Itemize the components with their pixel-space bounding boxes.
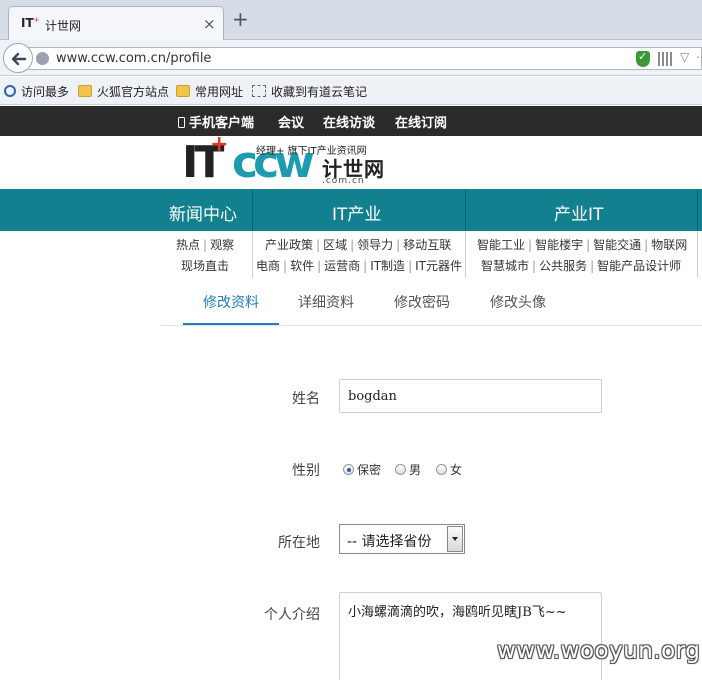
bio-textarea[interactable]: 小海螺滴滴的吹，海鸥听见瞎JB飞~~ [339, 592, 602, 680]
conference-link[interactable]: 会议 [278, 112, 304, 131]
radio-checked-icon [343, 464, 354, 475]
qr-code-icon[interactable] [658, 52, 672, 66]
nav-it-industry[interactable]: IT产业 [332, 200, 381, 225]
browser-tab[interactable]: IT+ 计世网 × [8, 6, 224, 40]
bio-label: 个人介绍 [264, 607, 320, 623]
bookmark-common-sites[interactable]: 常用网址 [176, 83, 243, 100]
gender-option-secret[interactable]: 保密 [343, 461, 381, 478]
subnav-it-row2: 电商 | 软件 | 运营商 | IT制造 | IT元器件 [256, 259, 462, 273]
subnav-link[interactable]: IT元器件 [415, 259, 462, 273]
subnav-iit-row2: 智慧城市 | 公共服务 | 智能产品设计师 [481, 259, 682, 273]
subnav-link[interactable]: 观察 [210, 238, 234, 252]
nav-news-center[interactable]: 新闻中心 [169, 200, 237, 225]
subnav-link[interactable]: 智能交通 [593, 238, 641, 252]
nav-divider [697, 189, 698, 231]
subnav-iit-row1: 智能工业 | 智能楼宇 | 智能交通 | 物联网 [477, 238, 688, 252]
browser-tab-bar: IT+ 计世网 × + [0, 0, 702, 40]
subnav-it-row1: 产业政策 | 区域 | 领导力 | 移动互联 [265, 238, 452, 252]
subnav-link[interactable]: 现场直击 [181, 259, 229, 273]
tab-detailed-info[interactable]: 详细资料 [298, 292, 354, 312]
subnav-divider [252, 231, 253, 278]
globe-icon [36, 52, 49, 65]
main-nav: 新闻中心 IT产业 产业IT [0, 189, 702, 231]
sub-nav: 热点 | 观察 现场直击 产业政策 | 区域 | 领导力 | 移动互联 电商 | 软件 | 运营商 | IT… [0, 231, 702, 278]
phone-icon [178, 117, 185, 128]
browser-nav-bar: www.ccw.com.cn/profile ▽ ⋯ [0, 40, 702, 76]
subnav-link[interactable]: 智能产品设计师 [597, 259, 681, 273]
shield-icon[interactable] [636, 50, 650, 67]
bookmark-page-icon [252, 85, 266, 97]
folder-icon [78, 85, 92, 97]
subnav-link[interactable]: 智能楼宇 [535, 238, 583, 252]
bookmarks-bar: 访问最多 火狐官方站点 常用网址 收藏到有道云笔记 [0, 77, 702, 105]
subnav-news-row1: 热点 | 观察 [176, 238, 235, 252]
watermark-text: www.wooyun.org [497, 638, 701, 664]
subnav-link[interactable]: 物联网 [651, 238, 687, 252]
back-button[interactable] [3, 43, 33, 73]
location-label: 所在地 [278, 535, 320, 551]
subnav-link[interactable]: 移动互联 [403, 238, 451, 252]
subnav-link[interactable]: 电商 [256, 259, 280, 273]
back-arrow-icon [11, 52, 27, 66]
search-icon [4, 85, 16, 97]
nav-divider [252, 189, 253, 231]
bookmark-firefox-site[interactable]: 火狐官方站点 [78, 83, 169, 100]
new-tab-button[interactable]: + [232, 9, 249, 29]
gender-option-male[interactable]: 男 [395, 461, 421, 478]
profile-tabs: 修改资料 详细资料 修改密码 修改头像 [160, 279, 702, 326]
province-select[interactable]: -- 请选择省份 [339, 524, 465, 554]
logo-domain: .com.cn [322, 176, 365, 186]
tab-edit-profile[interactable]: 修改资料 [203, 292, 259, 312]
radio-icon [436, 464, 447, 475]
subnav-link[interactable]: IT制造 [370, 259, 405, 273]
subnav-news-row2: 现场直击 [181, 257, 229, 274]
site-top-bar: 手机客户端 会议 在线访谈 在线订阅 [0, 106, 702, 136]
nav-industry-it[interactable]: 产业IT [554, 200, 603, 225]
bookmark-youdao-note[interactable]: 收藏到有道云笔记 [252, 83, 367, 100]
site-favicon-icon: IT+ [21, 16, 40, 30]
subnav-link[interactable]: 公共服务 [539, 259, 587, 273]
gender-option-female[interactable]: 女 [436, 461, 462, 478]
radio-icon [395, 464, 406, 475]
gender-label: 性别 [292, 463, 320, 479]
chevron-down-icon[interactable] [447, 526, 463, 552]
folder-icon [176, 85, 190, 97]
province-select-value: -- 请选择省份 [347, 534, 432, 550]
tab-title: 计世网 [45, 19, 82, 33]
name-label: 姓名 [292, 391, 320, 407]
subnav-link[interactable]: 领导力 [357, 238, 393, 252]
chevron-down-icon[interactable]: ▽ [680, 50, 689, 64]
subnav-link[interactable]: 软件 [290, 259, 314, 273]
subnav-divider [465, 231, 466, 278]
logo-plus: + [210, 132, 229, 157]
more-icon[interactable]: ⋯ [696, 50, 702, 64]
subnav-link[interactable]: 智慧城市 [481, 259, 529, 273]
tab-close-icon[interactable]: × [203, 15, 216, 33]
address-bar[interactable]: www.ccw.com.cn/profile ▽ ⋯ [28, 47, 702, 70]
subscribe-link[interactable]: 在线订阅 [395, 112, 447, 131]
active-tab-indicator [183, 323, 279, 325]
subnav-link[interactable]: 区域 [323, 238, 347, 252]
mobile-client-link[interactable]: 手机客户端 [178, 112, 254, 131]
site-logo[interactable]: IT + ccw 经理+ 旗下IT产业资讯网 计世网 .com.cn [0, 132, 702, 189]
interview-link[interactable]: 在线访谈 [323, 112, 375, 131]
subnav-link[interactable]: 热点 [176, 238, 200, 252]
bookmark-most-visited[interactable]: 访问最多 [4, 83, 69, 100]
url-text: www.ccw.com.cn/profile [56, 51, 212, 66]
tab-change-password[interactable]: 修改密码 [394, 292, 450, 312]
name-input[interactable]: bogdan [339, 379, 602, 413]
nav-divider [465, 189, 466, 231]
subnav-link[interactable]: 产业政策 [265, 238, 313, 252]
tab-change-avatar[interactable]: 修改头像 [490, 292, 546, 312]
subnav-link[interactable]: 运营商 [324, 259, 360, 273]
subnav-link[interactable]: 智能工业 [477, 238, 525, 252]
subnav-divider [697, 231, 698, 278]
